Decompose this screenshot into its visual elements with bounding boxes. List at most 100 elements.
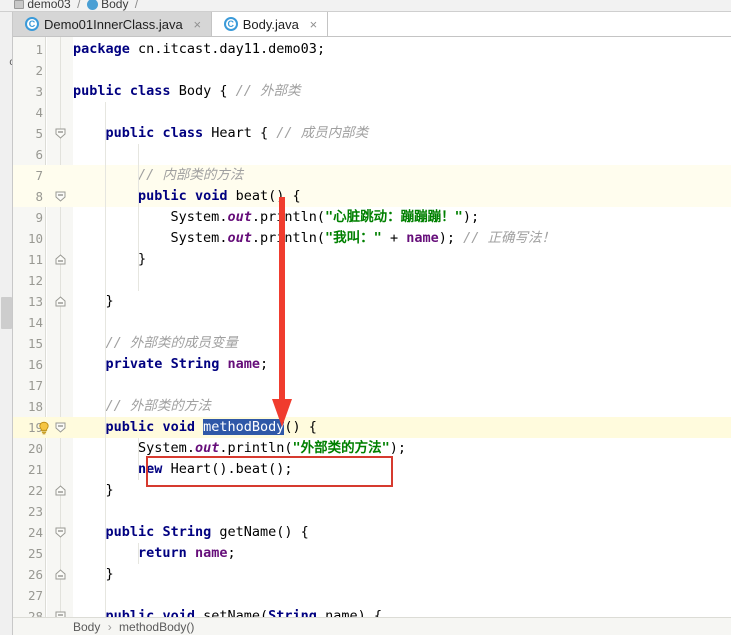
indent-guide (137, 144, 139, 291)
vertical-scrollbar-thumb[interactable] (1, 297, 12, 329)
code-line-row[interactable] (13, 375, 731, 396)
line-number: 15 (27, 336, 43, 351)
code-line-row[interactable] (13, 312, 731, 333)
code-token: out (227, 209, 252, 225)
bottom-breadcrumb-separator: › (107, 620, 112, 634)
line-number: 11 (27, 252, 43, 267)
tab-bar-filler (327, 12, 731, 36)
code-line-row[interactable] (13, 585, 731, 606)
code-line[interactable]: public void setName(String name) { (73, 606, 382, 617)
code-token: name (194, 545, 228, 561)
fold-end-icon[interactable] (55, 254, 66, 265)
code-token: beat (235, 461, 269, 477)
fold-end-icon[interactable] (55, 485, 66, 496)
line-number: 25 (27, 546, 43, 561)
fold-expanded-icon[interactable] (55, 191, 66, 202)
code-token: beat (235, 188, 269, 204)
code-comment: // 外部类的成员变量 (105, 335, 238, 351)
code-line[interactable]: System.out.println("我叫：" + name); // 正确写… (73, 228, 555, 249)
code-editor[interactable]: 1 package cn.itcast.day11.demo03; 2 3 public… (13, 37, 731, 617)
code-line[interactable]: } (73, 480, 114, 501)
line-number: 28 (27, 609, 43, 617)
breadcrumb-item-1[interactable]: Body (101, 0, 128, 11)
code-token: String (268, 608, 317, 617)
text-selection: methodBody (203, 419, 285, 435)
fold-end-icon[interactable] (55, 569, 66, 580)
code-line[interactable]: package cn.itcast.day11.demo03; (73, 39, 325, 60)
code-line-row[interactable] (13, 144, 731, 165)
code-line-row[interactable] (13, 102, 731, 123)
left-strip-label: cd cd cd cd cd cd cd (0, 48, 12, 78)
code-token: void (162, 608, 195, 617)
tab-body[interactable]: C Body.java × (211, 12, 328, 36)
code-line[interactable]: System.out.println("心脏跳动：蹦蹦蹦！"); (73, 207, 480, 228)
tab-demo01innerclass[interactable]: C Demo01InnerClass.java × (13, 12, 212, 36)
code-line-row[interactable] (13, 60, 731, 81)
code-line[interactable]: return name; (73, 543, 236, 564)
java-class-icon: C (25, 17, 39, 31)
code-line[interactable]: // 外部类的成员变量 (73, 333, 238, 354)
code-line-row[interactable] (13, 270, 731, 291)
fold-expanded-icon[interactable] (55, 527, 66, 538)
close-icon[interactable]: × (192, 18, 203, 31)
code-line[interactable]: public void methodBody() { (73, 417, 317, 438)
code-string: "心脏跳动：蹦蹦蹦！" (325, 209, 463, 225)
code-token: return (138, 545, 187, 561)
line-number: 9 (35, 210, 43, 225)
code-token: System (170, 230, 220, 246)
breadcrumb-item-0[interactable]: demo03 (27, 0, 70, 11)
code-line[interactable]: // 内部类的方法 (73, 165, 243, 186)
fold-expanded-icon[interactable] (55, 128, 66, 139)
bottom-breadcrumb-item-0[interactable]: Body (73, 620, 100, 634)
left-tool-strip[interactable]: cd cd cd cd cd cd cd (0, 12, 13, 635)
code-line[interactable]: public void beat() { (73, 186, 301, 207)
code-token: class (129, 83, 171, 99)
line-number: 7 (35, 168, 43, 183)
line-number: 4 (35, 105, 43, 120)
lightbulb-icon[interactable] (37, 421, 51, 435)
code-line[interactable]: System.out.println("外部类的方法"); (73, 438, 406, 459)
code-line-row[interactable] (13, 564, 731, 585)
code-line-row[interactable] (13, 291, 731, 312)
line-number: 2 (35, 63, 43, 78)
line-number: 20 (27, 441, 43, 456)
code-line[interactable]: } (73, 291, 114, 312)
code-token: System (170, 209, 220, 225)
code-token: System (138, 440, 187, 456)
code-token: println (227, 440, 285, 456)
code-line[interactable]: public class Body { // 外部类 (73, 81, 301, 102)
top-breadcrumb[interactable]: demo03 / Body / (0, 0, 731, 12)
bottom-breadcrumb-item-1[interactable]: methodBody() (119, 620, 194, 634)
code-token: public (73, 83, 122, 99)
code-token: out (194, 440, 220, 456)
tab-label: Demo01InnerClass.java (44, 16, 183, 32)
module-icon (14, 0, 24, 9)
code-line[interactable]: public String getName() { (73, 522, 309, 543)
close-icon[interactable]: × (308, 18, 319, 31)
code-line[interactable]: private String name; (73, 354, 269, 375)
code-string: "外部类的方法" (292, 440, 390, 456)
code-line-row[interactable] (13, 501, 731, 522)
line-number: 3 (35, 84, 43, 99)
line-number: 13 (27, 294, 43, 309)
code-token: new (138, 461, 163, 477)
java-class-icon: C (223, 17, 238, 31)
code-line-row[interactable] (13, 480, 731, 501)
code-token: public (105, 125, 155, 141)
code-token: println (260, 230, 317, 246)
line-number: 26 (27, 567, 43, 582)
code-token: Heart (170, 461, 212, 477)
indent-guide (137, 438, 139, 480)
code-line[interactable]: } (73, 249, 146, 270)
code-line[interactable]: // 外部类的方法 (73, 396, 211, 417)
code-line[interactable]: public class Heart { // 成员内部类 (73, 123, 369, 144)
ide-window: demo03 / Body / cd cd cd cd cd cd cd C D… (0, 0, 731, 635)
line-number: 22 (27, 483, 43, 498)
code-token: getName (219, 524, 277, 540)
fold-expanded-icon[interactable] (55, 422, 66, 433)
code-token: name (227, 356, 260, 372)
fold-end-icon[interactable] (55, 296, 66, 307)
code-line[interactable]: } (73, 564, 114, 585)
code-token: cn (138, 41, 155, 57)
bottom-breadcrumb[interactable]: Body › methodBody() (13, 617, 731, 635)
